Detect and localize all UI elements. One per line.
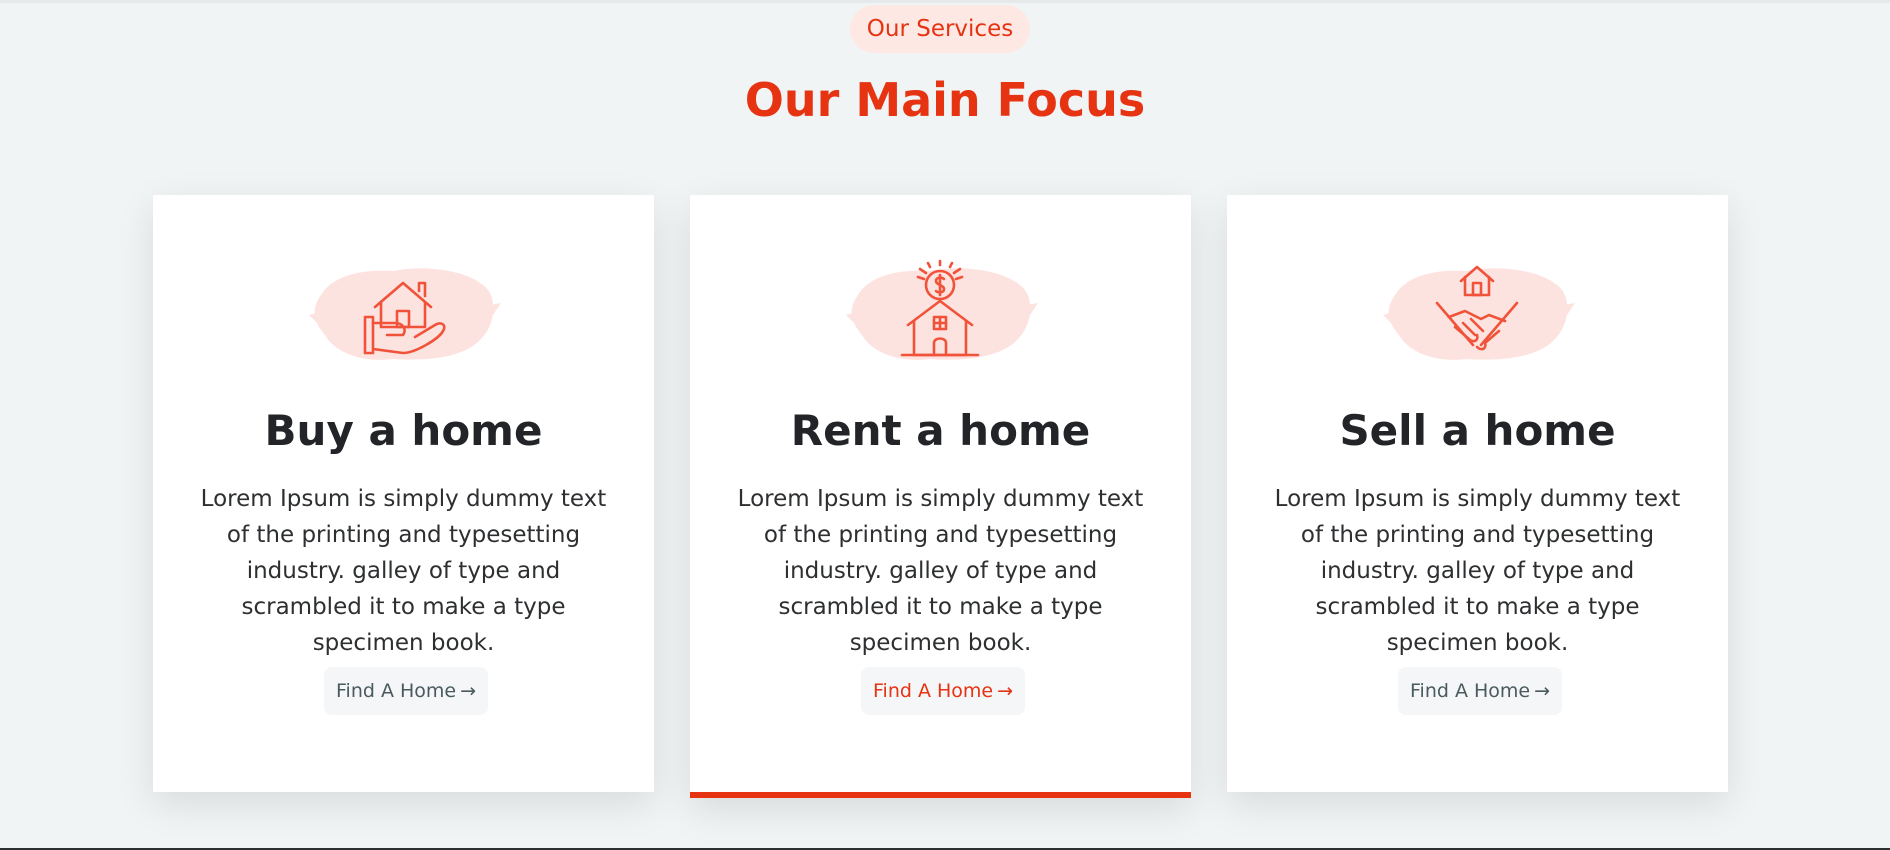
arrow-right-icon: → <box>1534 680 1551 702</box>
card-title: Buy a home <box>264 406 543 455</box>
button-label: Find A Home <box>873 680 994 702</box>
find-a-home-button[interactable]: Find A Home → <box>861 667 1026 715</box>
button-label: Find A Home <box>336 680 457 702</box>
card-title: Sell a home <box>1339 406 1616 455</box>
card-title: Rent a home <box>790 406 1091 455</box>
section-tag: Our Services <box>850 5 1030 53</box>
card-description: Lorem Ipsum is simply dummy text of the … <box>737 486 1144 656</box>
hand-holding-house-icon <box>303 235 503 375</box>
find-a-home-button[interactable]: Find A Home → <box>324 667 489 715</box>
arrow-right-icon: → <box>997 680 1014 702</box>
card-description: Lorem Ipsum is simply dummy text of the … <box>1274 486 1681 656</box>
find-a-home-button[interactable]: Find A Home → <box>1398 667 1563 715</box>
section-title: Our Main Focus <box>744 73 1146 127</box>
service-card-buy: Buy a home Lorem Ipsum is simply dummy t… <box>153 195 654 792</box>
service-card-rent: Rent a home Lorem Ipsum is simply dummy … <box>690 195 1191 798</box>
service-card-sell: Sell a home Lorem Ipsum is simply dummy … <box>1227 195 1728 792</box>
card-description: Lorem Ipsum is simply dummy text of the … <box>200 486 607 656</box>
button-label: Find A Home <box>1410 680 1531 702</box>
house-with-coin-icon <box>840 235 1040 375</box>
top-divider <box>0 0 1890 3</box>
handshake-house-icon <box>1377 235 1577 375</box>
arrow-right-icon: → <box>460 680 477 702</box>
